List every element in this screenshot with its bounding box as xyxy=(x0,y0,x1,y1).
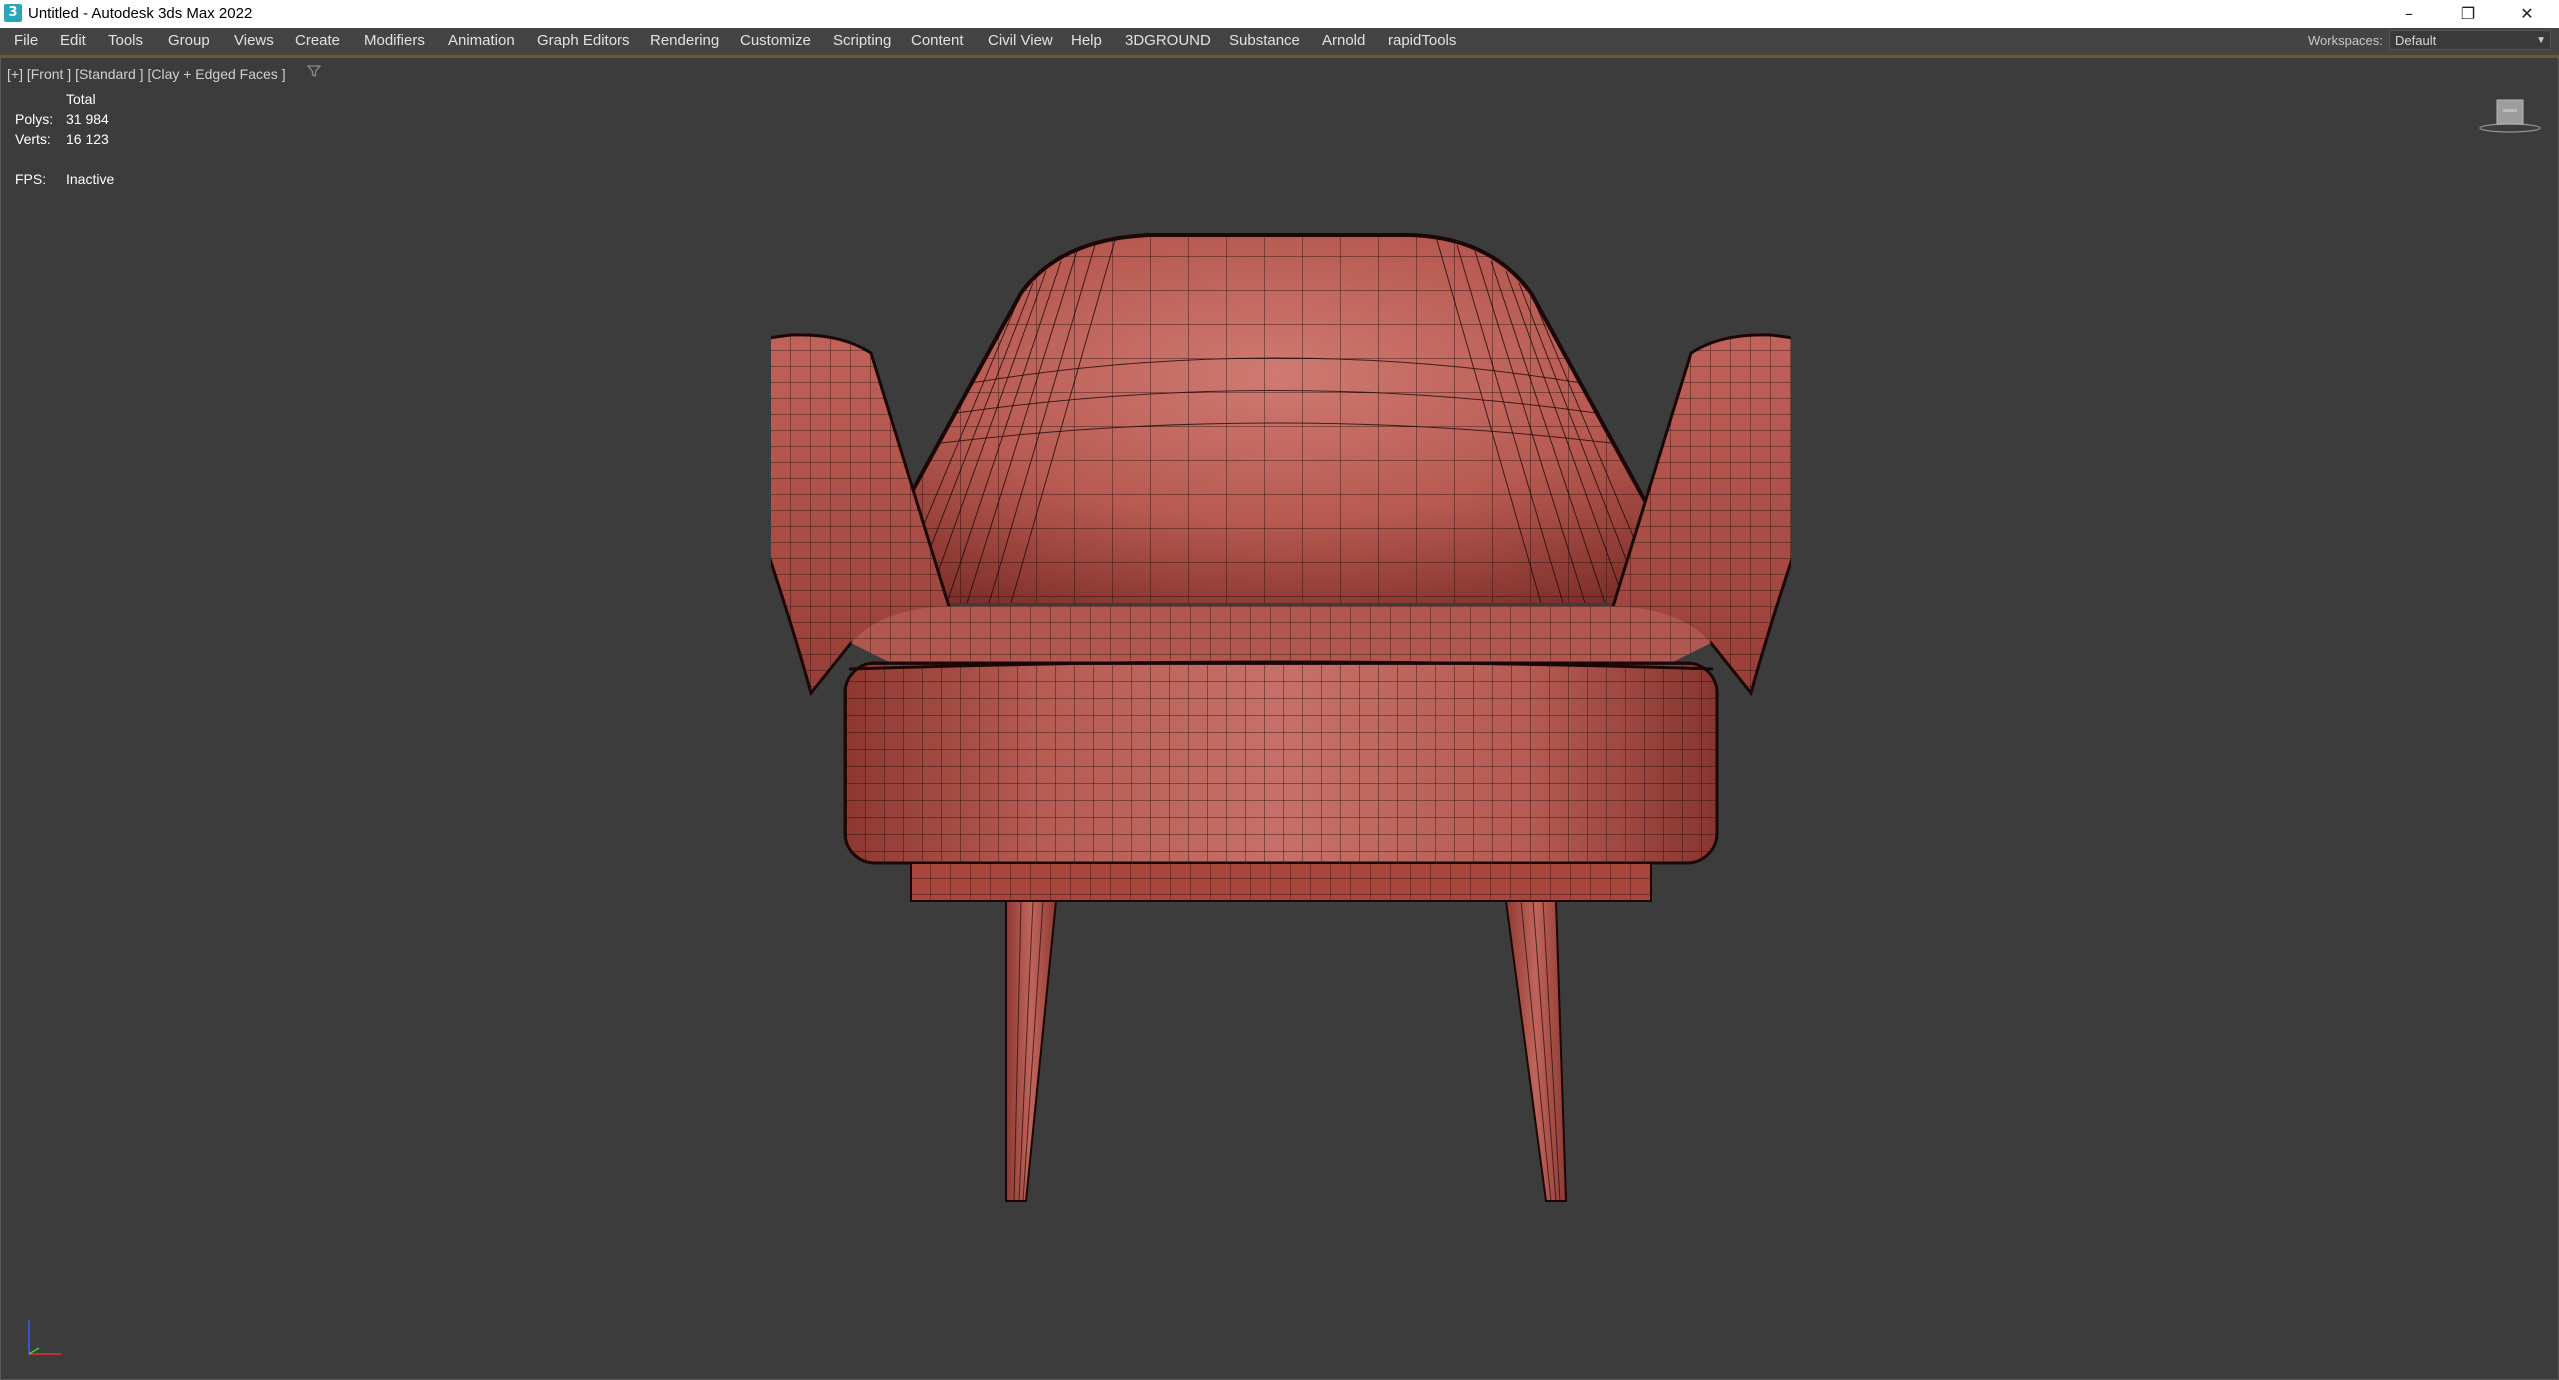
stats-fps-label: FPS: xyxy=(15,171,47,187)
menu-scripting[interactable]: Scripting xyxy=(833,32,891,52)
menu-views[interactable]: Views xyxy=(234,32,274,52)
minimize-button[interactable]: – xyxy=(2381,0,2437,28)
title-bar: 3 Untitled - Autodesk 3ds Max 2022 – ❐ ✕ xyxy=(0,0,2559,28)
menu-help[interactable]: Help xyxy=(1071,32,1102,52)
stats-polys-value: 31 984 xyxy=(66,111,109,127)
menu-customize[interactable]: Customize xyxy=(740,32,811,52)
app-icon[interactable]: 3 xyxy=(4,4,22,22)
menu-animation[interactable]: Animation xyxy=(448,32,515,52)
menu-file[interactable]: File xyxy=(14,32,38,52)
viewport-label-menu[interactable]: [+] [Front ] [Standard ] [Clay + Edged F… xyxy=(7,66,286,82)
menu-group[interactable]: Group xyxy=(168,32,210,52)
stats-verts-value: 16 123 xyxy=(66,131,109,147)
workspaces-label: Workspaces: xyxy=(2308,33,2383,48)
menu-arnold[interactable]: Arnold xyxy=(1322,32,1365,52)
menu-civil-view[interactable]: Civil View xyxy=(988,32,1053,52)
stats-verts-label: Verts: xyxy=(15,131,51,147)
stats-polys-label: Polys: xyxy=(15,111,54,127)
stats-total-header: Total xyxy=(66,91,96,107)
menu-rendering[interactable]: Rendering xyxy=(650,32,719,52)
stats-fps-value: Inactive xyxy=(66,171,115,187)
chair-model[interactable] xyxy=(771,223,1791,1333)
restore-button[interactable]: ❐ xyxy=(2440,0,2496,28)
workspaces-dropdown[interactable]: Default ▼ xyxy=(2389,30,2551,50)
menu-create[interactable]: Create xyxy=(295,32,340,52)
menu-rapidtools[interactable]: rapidTools xyxy=(1388,32,1456,52)
menu-3dground[interactable]: 3DGROUND xyxy=(1125,32,1211,52)
chair-seat-top xyxy=(851,606,1711,663)
filter-icon[interactable] xyxy=(307,64,321,78)
window-title: Untitled - Autodesk 3ds Max 2022 xyxy=(28,5,253,22)
menu-tools[interactable]: Tools xyxy=(108,32,143,52)
viewcube-icon[interactable] xyxy=(2478,96,2542,136)
menu-substance[interactable]: Substance xyxy=(1229,32,1300,52)
chair-leg-left xyxy=(1005,900,1058,1202)
chair-leg-right xyxy=(1504,900,1568,1202)
axis-tripod-icon xyxy=(28,1320,61,1355)
menu-modifiers[interactable]: Modifiers xyxy=(364,32,425,52)
menu-graph-editors[interactable]: Graph Editors xyxy=(537,32,630,52)
chevron-down-icon: ▼ xyxy=(2536,35,2546,46)
workspaces-value: Default xyxy=(2395,33,2437,48)
menu-edit[interactable]: Edit xyxy=(60,32,86,52)
front-viewport[interactable]: [+] [Front ] [Standard ] [Clay + Edged F… xyxy=(0,57,2559,1380)
chair-base-frame xyxy=(910,862,1652,902)
chair-seat-cushion xyxy=(843,660,1719,865)
menu-content[interactable]: Content xyxy=(911,32,964,52)
menu-bar: File Edit Tools Group Views Create Modif… xyxy=(0,28,2559,57)
close-button[interactable]: ✕ xyxy=(2499,0,2555,28)
